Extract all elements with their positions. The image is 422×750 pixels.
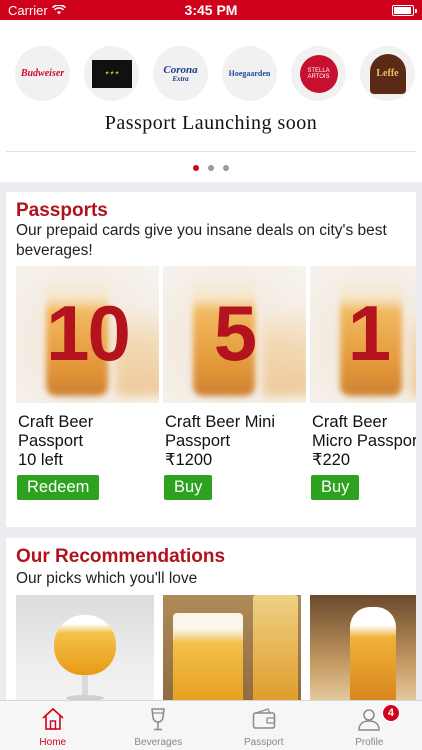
buy-button[interactable]: Buy [164,475,213,500]
beer-glass-image [173,613,243,708]
passport-price: ₹220 [312,451,351,469]
leffe-logo[interactable]: Leffe [360,46,415,101]
recommendation-item[interactable] [163,595,301,708]
page-indicator[interactable] [0,165,422,171]
home-icon [38,704,68,734]
page-dot-1[interactable] [193,165,199,171]
hoegaarden-wordmark: Hoegaarden [228,68,271,78]
dark-label-mark: ✦✦✦ [91,59,132,88]
passport-name: Craft Beer Passport [18,413,94,450]
passport-card[interactable]: 1 Craft Beer Micro Passport ₹220 Buy [310,266,416,500]
passport-count: 5 [213,289,257,377]
brand-carousel[interactable]: Budweiser ✦✦✦ Corona Extra Hoegaarden ST… [0,20,422,182]
recommendations-subtitle: Our picks which you'll love [16,570,198,587]
stella-artois-logo[interactable]: STELLA ARTOIS [291,46,346,101]
buy-button[interactable]: Buy [311,475,360,500]
budweiser-logo[interactable]: Budweiser [15,46,70,101]
hoegaarden-logo[interactable]: Hoegaarden [222,46,277,101]
beer-glass-image [54,615,116,675]
status-bar: Carrier 3:45 PM [0,0,422,20]
tab-profile[interactable]: Profile 4 [317,701,422,750]
battery-icon [392,5,417,16]
beer-glass-image [253,595,298,705]
battery-fill [394,7,411,14]
passport-price: ₹1200 [165,451,213,469]
dark-label-logo[interactable]: ✦✦✦ [84,46,139,101]
recommendation-item[interactable] [16,595,154,708]
page-dot-3[interactable] [223,165,229,171]
glass-stem [82,675,88,697]
tab-label: Home [39,737,67,748]
recommendations-title: Our Recommendations [16,546,226,567]
notification-badge: 4 [381,704,400,722]
tab-label: Passport [244,737,284,748]
leffe-wordmark: Leffe [369,53,406,94]
carrier-label: Carrier [8,2,48,18]
tab-label: Beverages [134,737,183,748]
wine-glass-icon [143,704,173,734]
passport-detail: 10 left [18,451,63,469]
carousel-caption: Passport Launching soon [104,112,318,134]
page-dot-2[interactable] [208,165,214,171]
stella-artois-wordmark: STELLA ARTOIS [299,54,338,93]
passport-card[interactable]: 10 Craft Beer Passport 10 left Redeem [16,266,159,500]
beer-glass-image [350,607,396,708]
redeem-button[interactable]: Redeem [17,475,100,500]
budweiser-wordmark: Budweiser [20,67,65,79]
corona-logo[interactable]: Corona Extra [153,46,208,101]
tab-label: Profile [355,737,384,748]
passport-name: Craft Beer Mini Passport [165,413,276,450]
carrier-info: Carrier [8,3,66,18]
profile-icon [354,704,384,734]
passports-subtitle: Our prepaid cards give you insane deals … [16,222,387,260]
tab-passport[interactable]: Passport [211,701,317,750]
tab-beverages[interactable]: Beverages [106,701,212,750]
corona-wordmark: Corona Extra [163,63,198,83]
passport-image[interactable]: 1 [310,266,416,403]
recommendation-item[interactable] [310,595,416,708]
passport-card[interactable]: 5 Craft Beer Mini Passport ₹1200 Buy [163,266,306,500]
passport-image[interactable]: 10 [16,266,159,403]
wifi-icon [51,5,66,15]
passports-section: Passports Our prepaid cards give you ins… [6,192,416,527]
passport-count: 1 [347,289,391,377]
recommendations-section: Our Recommendations Our picks which you'… [6,538,416,708]
passport-count: 10 [46,289,131,377]
wallet-icon [249,704,279,734]
passports-title: Passports [16,200,108,221]
passport-image[interactable]: 5 [163,266,306,403]
tab-home[interactable]: Home [0,701,106,750]
tab-bar: Home Beverages Passport Profile 4 [0,700,422,750]
passport-name: Craft Beer Micro Passport [312,413,416,450]
brand-logo-row: Budweiser ✦✦✦ Corona Extra Hoegaarden ST… [15,46,415,101]
divider [6,151,416,152]
